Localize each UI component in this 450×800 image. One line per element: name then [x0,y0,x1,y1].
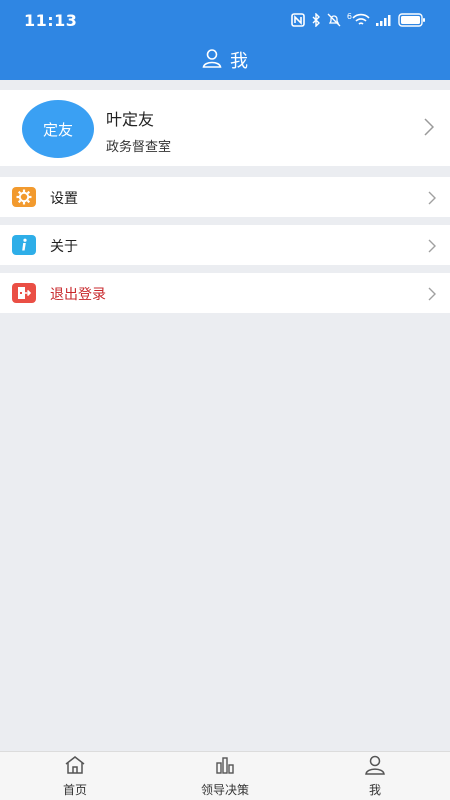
wifi-icon: 6 [347,13,370,27]
profile-department: 政务督查室 [106,140,172,155]
chevron-right-icon [428,238,436,257]
battery-icon [398,13,426,27]
avatar-text: 定友 [42,120,73,139]
bluetooth-icon [311,13,321,27]
tab-label-leader-decision: 领导决策 [200,782,249,797]
menu-label-about: 关于 [50,239,78,255]
gear-icon [12,187,36,207]
tab-home[interactable]: 首页 [15,755,135,798]
bottom-tab-bar: 首页 领导决策 我 [0,751,450,800]
profile-name: 叶定友 [106,110,155,129]
status-time: 11:13 [24,10,78,30]
avatar: 定友 [22,100,94,158]
tab-leader-decision[interactable]: 领导决策 [165,755,285,798]
menu-label-logout: 退出登录 [50,287,106,303]
page-header: 我 [0,40,450,80]
bar-chart-icon [214,755,236,779]
tab-label-me: 我 [368,782,381,797]
logout-icon [12,283,36,303]
menu-label-settings: 设置 [50,191,78,207]
info-icon [12,235,36,255]
menu-item-about[interactable]: 关于 [0,225,450,265]
tab-me[interactable]: 我 [315,755,435,798]
chevron-right-icon [424,118,435,140]
user-icon [202,48,222,73]
mute-bell-icon [327,13,341,27]
menu-item-settings[interactable]: 设置 [0,177,450,217]
chevron-right-icon [428,286,436,305]
profile-card[interactable]: 定友 叶定友 政务督查室 [0,90,450,166]
signal-icon [376,14,392,26]
page-title: 我 [230,51,248,72]
nfc-icon [291,13,305,27]
chevron-right-icon [428,190,436,209]
user-icon [364,755,386,779]
status-icons: 6 [291,13,426,27]
status-bar: 11:13 6 [0,0,450,40]
home-icon [64,755,86,779]
app-root: 11:13 6 我 定友 叶定友 政务督查室 设置 关于 退出登录 首页 领导决… [0,0,450,800]
tab-label-home: 首页 [62,782,87,797]
menu-item-logout[interactable]: 退出登录 [0,273,450,313]
top-bar: 11:13 6 我 [0,0,450,80]
